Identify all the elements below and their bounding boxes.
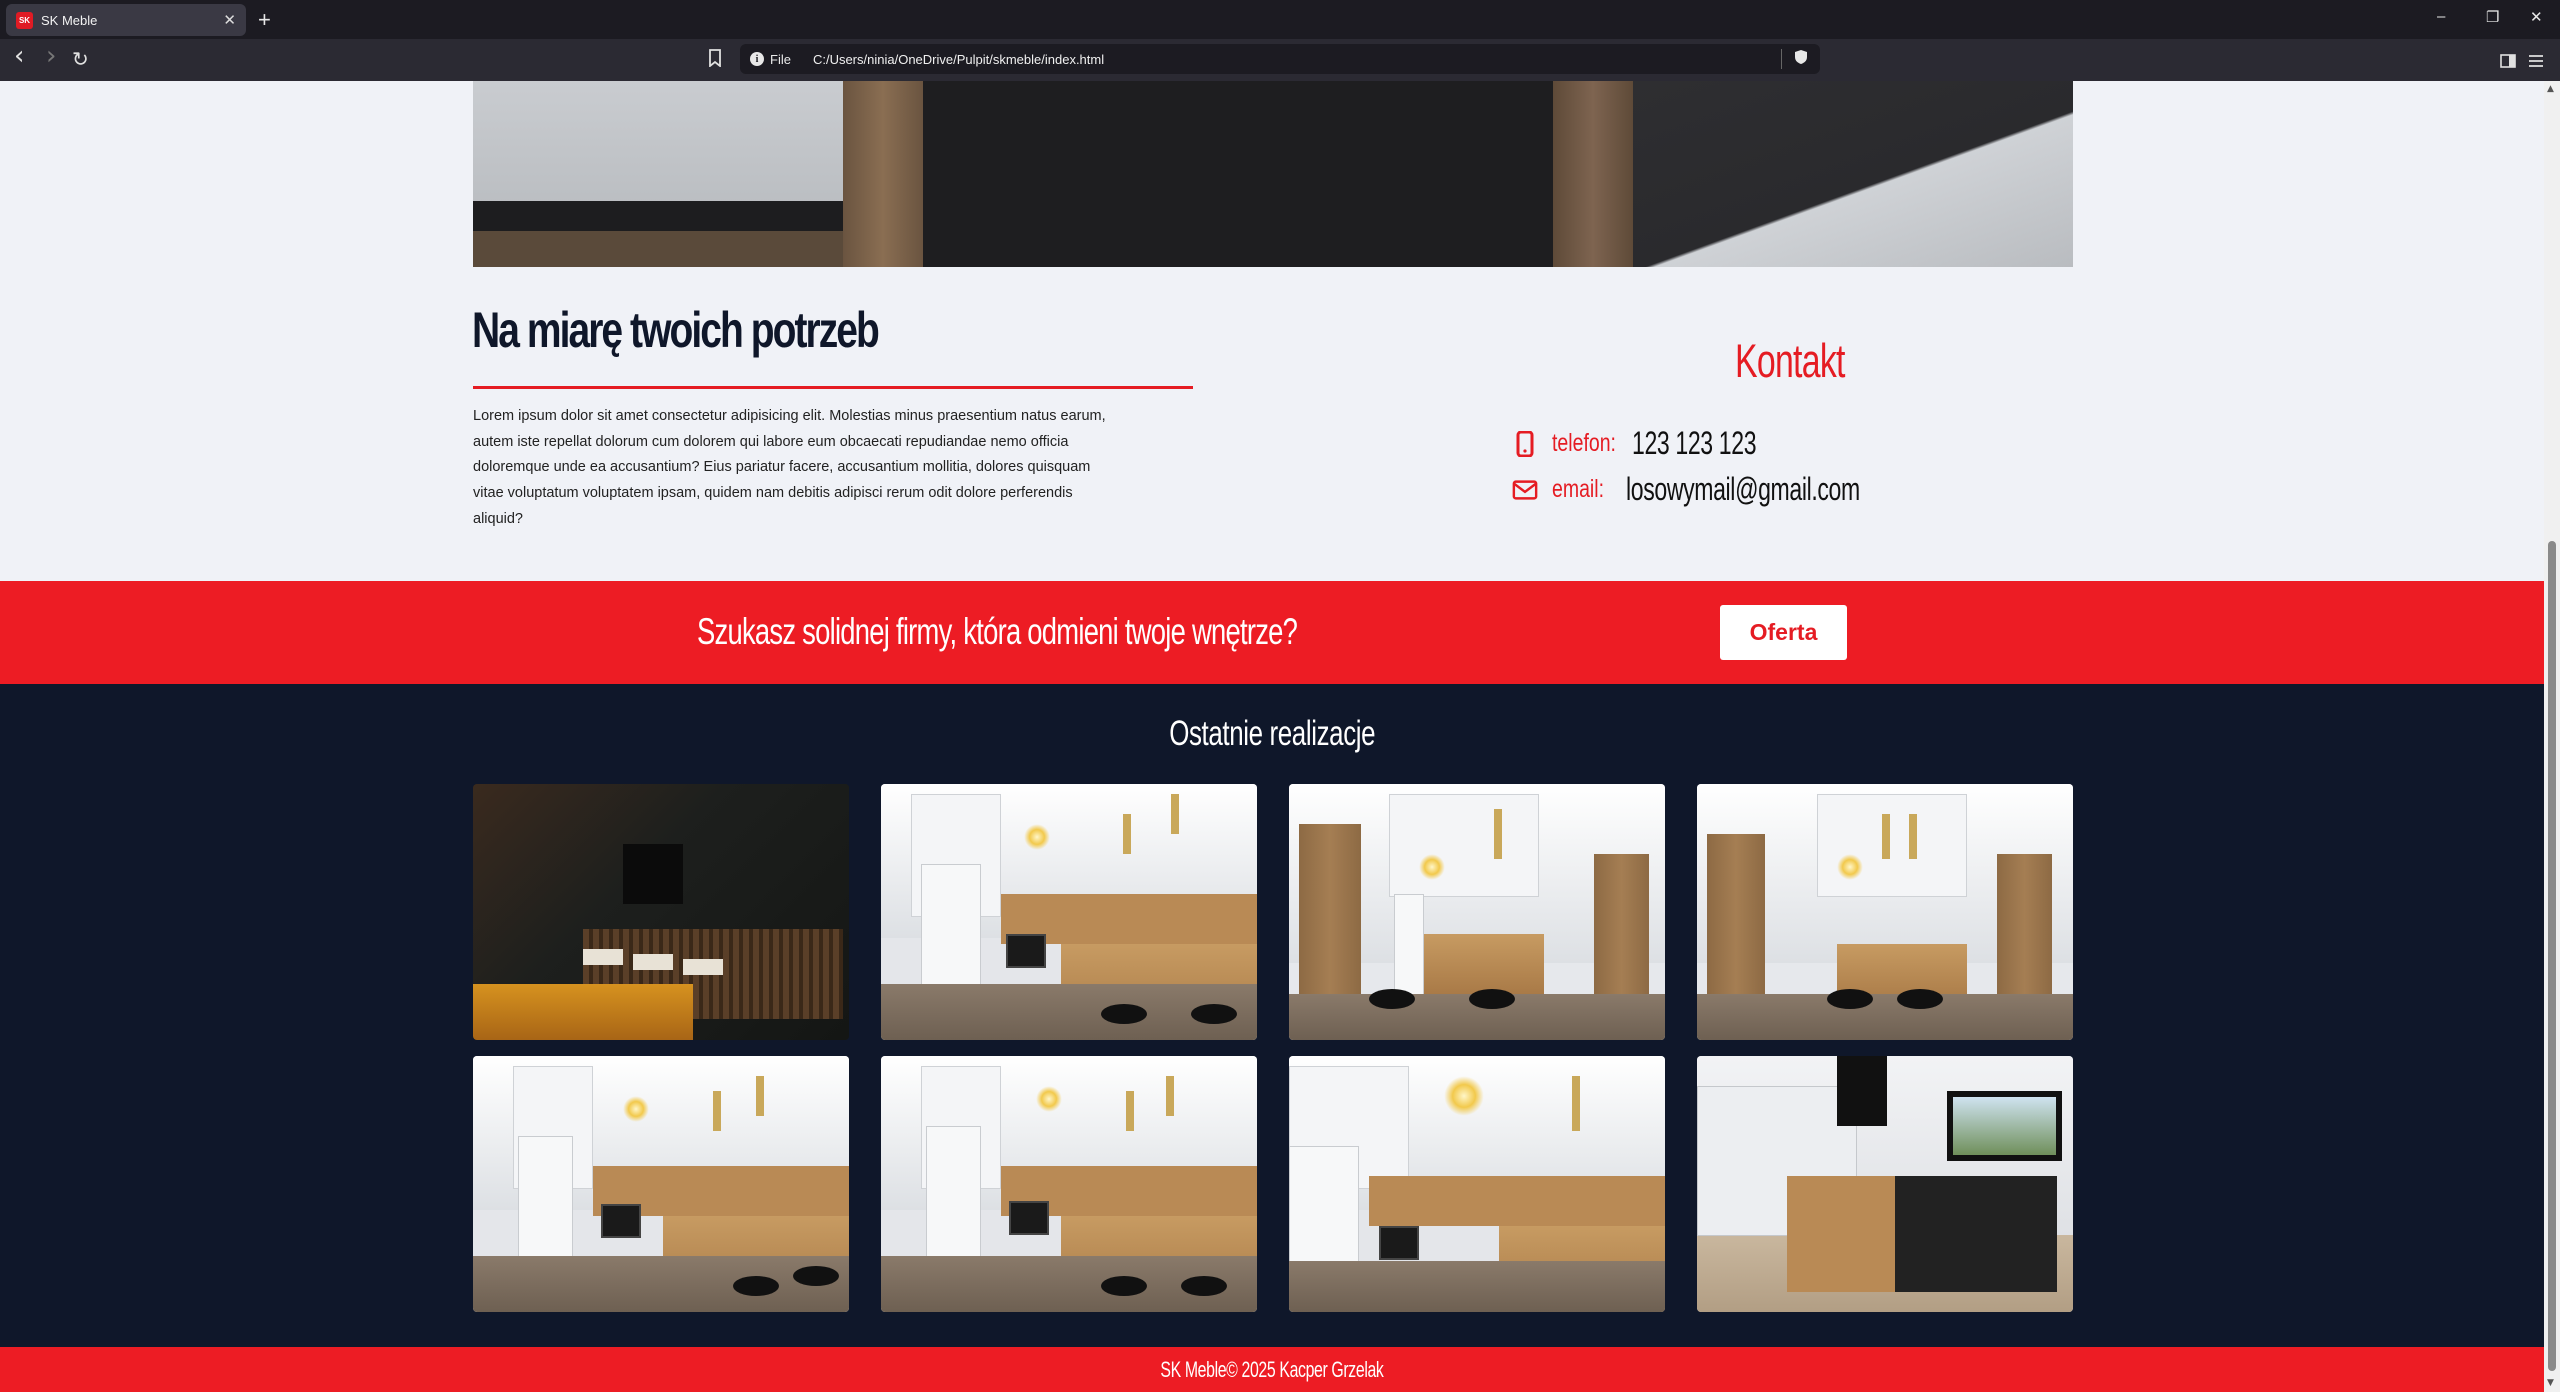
kitchen-photo-6[interactable] [881,1056,1257,1312]
kitchen-photo-5[interactable] [473,1056,849,1312]
tab-title: SK Meble [41,12,98,28]
about-title: Na miarę twoich potrzeb [472,302,880,358]
about-divider [473,386,1193,389]
bookmark-icon[interactable] [708,49,722,72]
browser-tab[interactable]: SK SK Meble ✕ [6,4,246,36]
favicon-icon: SK [16,11,33,29]
about-text: Lorem ipsum dolor sit amet consectetur a… [473,408,1106,527]
phone-value[interactable]: 123 123 123 [1632,425,1757,462]
url-scheme-label: File [770,51,791,67]
restore-button[interactable]: ❐ [2486,8,2499,26]
envelope-icon [1512,477,1538,503]
kitchen-photo-8[interactable] [1697,1056,2073,1312]
kitchen-photo-1[interactable] [473,784,849,1040]
scroll-down-icon[interactable]: ▼ [2547,1378,2554,1388]
contact-email-row: email: losowymail@gmail.com [1512,471,1951,508]
back-button[interactable]: ‹ [14,41,24,71]
close-window-button[interactable]: ✕ [2530,8,2543,26]
email-label: email: [1552,475,1605,503]
kitchen-photo-4[interactable] [1697,784,2073,1040]
email-value[interactable]: losowymail@gmail.com [1626,471,1860,508]
address-bar[interactable]: i File C:/Users/ninia/OneDrive/Pulpit/sk… [740,44,1820,74]
reload-button[interactable]: ↻ [72,47,89,71]
footer: SK Meble© 2025 Kacper Grzelak [0,1347,2544,1392]
menu-icon[interactable] [2528,50,2544,74]
scrollbar-thumb[interactable] [2548,541,2556,1371]
footer-text: SK Meble© 2025 Kacper Grzelak [1160,1357,1384,1382]
shield-icon[interactable] [1781,49,1808,69]
cta-text: Szukasz solidnej firmy, która odmieni tw… [697,611,1298,652]
gallery-title: Ostatnie realizacje [1168,714,1376,753]
browser-toolbar: ‹ › ↻ i File C:/Users/ninia/OneDrive/Pul… [0,39,2560,81]
new-tab-button[interactable]: + [258,7,271,33]
url-text[interactable]: C:/Users/ninia/OneDrive/Pulpit/skmeble/i… [813,52,1781,67]
kitchen-photo-7[interactable] [1289,1056,1665,1312]
forward-button[interactable]: › [46,41,56,71]
browser-tab-bar: SK SK Meble ✕ + – ❐ ✕ [0,0,2560,39]
contact-phone-row: telefon: 123 123 123 [1512,425,1804,462]
sidebar-icon[interactable] [2500,50,2516,74]
minimize-button[interactable]: – [2437,8,2445,25]
cta-banner: Szukasz solidnej firmy, która odmieni tw… [0,581,2544,684]
page-viewport: Na miarę twoich potrzeb Lorem ipsum dolo… [0,81,2544,1392]
close-tab-icon[interactable]: ✕ [223,11,236,29]
scrollbar[interactable]: ▲ ▼ [2544,81,2560,1392]
kitchen-photo-2[interactable] [881,784,1257,1040]
hero-image [473,81,2073,267]
kitchen-photo-3[interactable] [1289,784,1665,1040]
offer-button[interactable]: Oferta [1720,605,1847,660]
info-icon[interactable]: i [750,52,764,66]
phone-label: telefon: [1552,429,1616,457]
mobile-phone-icon [1512,430,1538,457]
scroll-up-icon[interactable]: ▲ [2547,84,2554,94]
contact-title: Kontakt [1735,334,1845,387]
gallery-section: Ostatnie realizacje [0,684,2544,1347]
